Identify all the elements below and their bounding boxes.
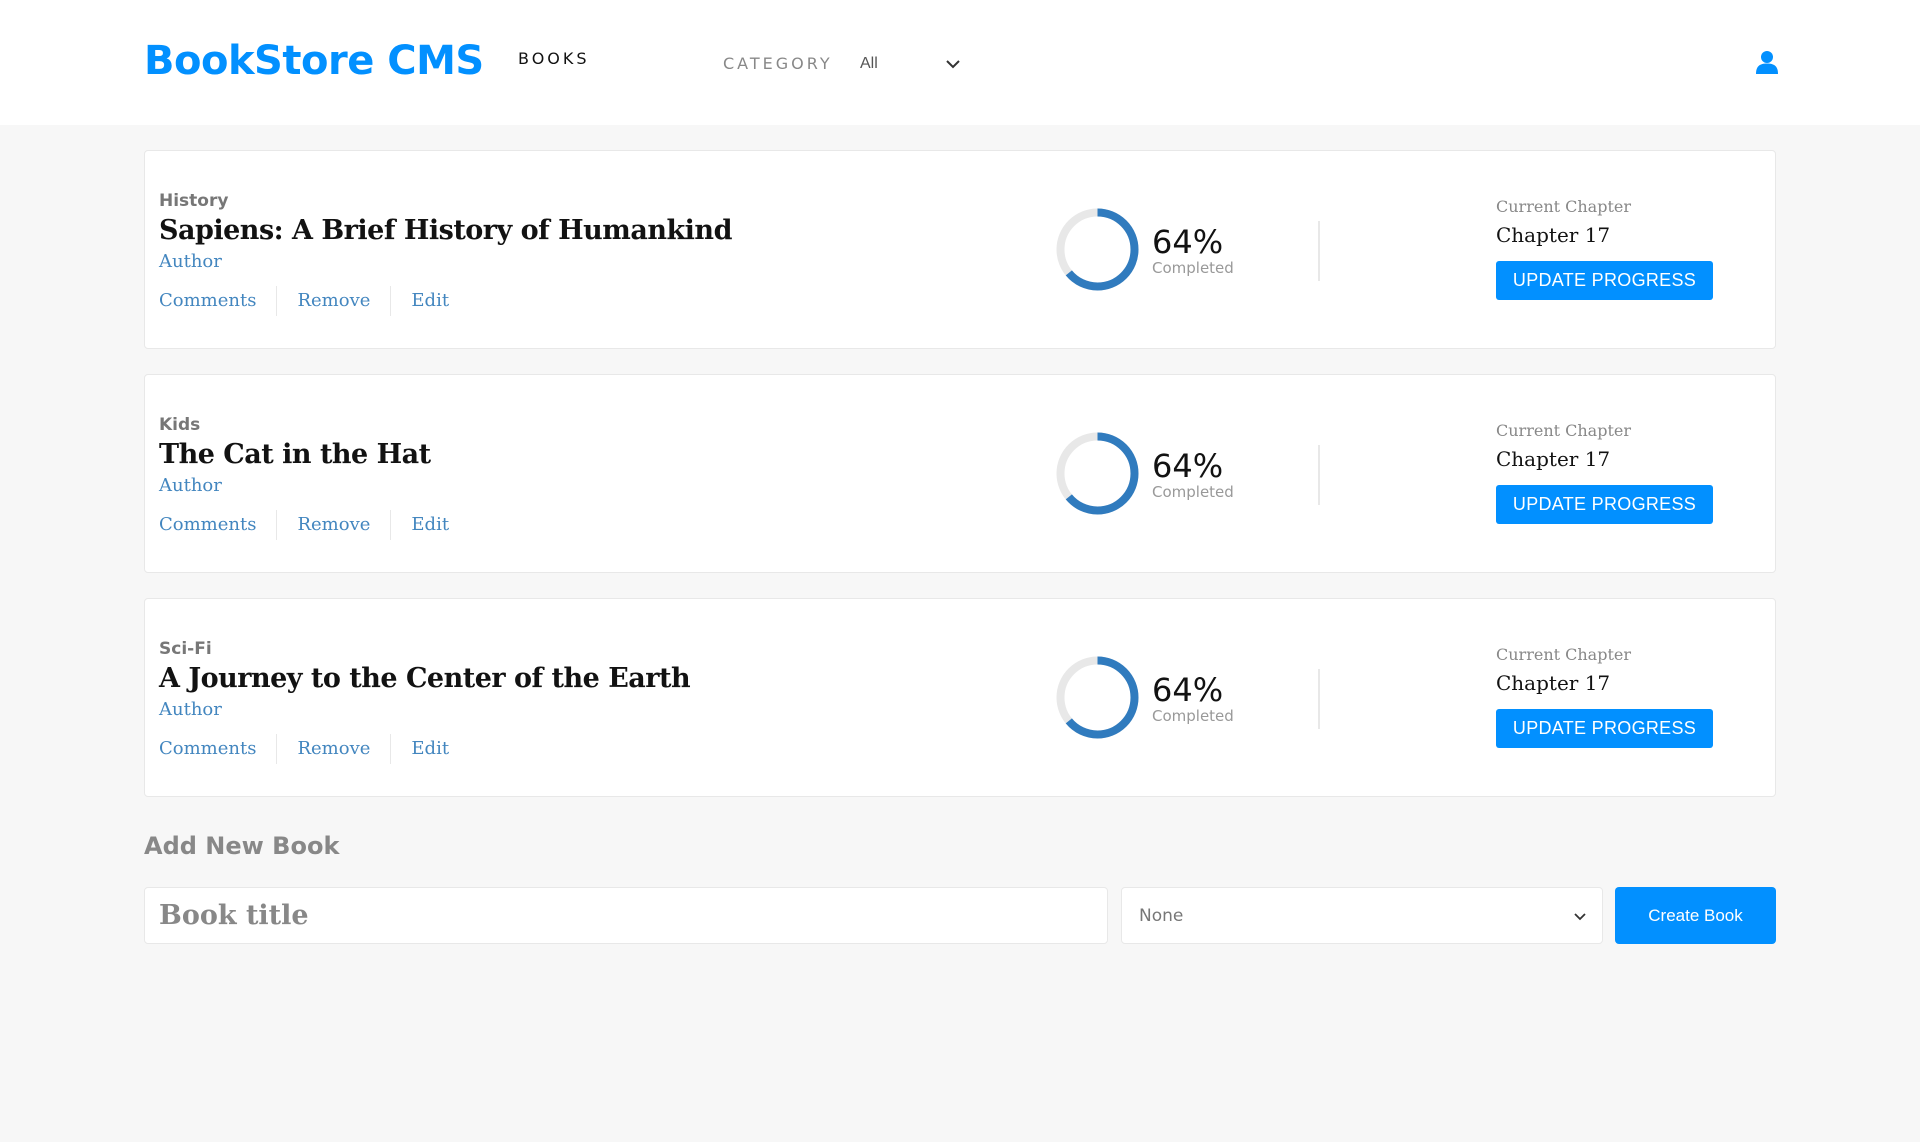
progress-percent: 64% (1152, 223, 1224, 261)
current-chapter-value: Chapter 17 (1496, 671, 1611, 695)
category-filter-select[interactable]: All (860, 50, 964, 78)
divider (1318, 221, 1320, 281)
book-title: Sapiens: A Brief History of Humankind (159, 215, 732, 246)
chevron-down-icon (1574, 906, 1586, 926)
current-chapter-label: Current Chapter (1496, 197, 1632, 216)
book-actions: Comments Remove Edit (159, 734, 469, 764)
divider (1318, 669, 1320, 729)
progress-completed-label: Completed (1152, 707, 1234, 725)
progress-ring (1056, 656, 1139, 739)
add-book-form: None Create Book (144, 887, 1776, 944)
nav-category-label[interactable]: CATEGORY (723, 54, 833, 73)
add-book-heading: Add New Book (144, 832, 340, 860)
progress-percent: 64% (1152, 447, 1224, 485)
book-title-input[interactable] (144, 887, 1108, 944)
book-card: Sci-Fi A Journey to the Center of the Ea… (144, 598, 1776, 797)
update-progress-button[interactable]: UPDATE PROGRESS (1496, 485, 1713, 524)
book-title: A Journey to the Center of the Earth (159, 663, 691, 694)
book-genre: Sci-Fi (159, 639, 212, 659)
book-author[interactable]: Author (159, 475, 222, 496)
progress-completed-label: Completed (1152, 483, 1234, 501)
book-author[interactable]: Author (159, 251, 222, 272)
book-actions: Comments Remove Edit (159, 286, 469, 316)
progress-percent: 64% (1152, 671, 1224, 709)
remove-button[interactable]: Remove (276, 734, 390, 764)
progress-ring (1056, 432, 1139, 515)
comments-button[interactable]: Comments (159, 510, 276, 540)
app-header: BookStore CMS BOOKS CATEGORY All (0, 0, 1920, 125)
book-genre: Kids (159, 415, 201, 435)
current-chapter-value: Chapter 17 (1496, 447, 1611, 471)
current-chapter-value: Chapter 17 (1496, 223, 1611, 247)
book-category-value: None (1139, 905, 1184, 926)
user-icon[interactable] (1756, 50, 1778, 74)
remove-button[interactable]: Remove (276, 286, 390, 316)
book-actions: Comments Remove Edit (159, 510, 469, 540)
update-progress-button[interactable]: UPDATE PROGRESS (1496, 709, 1713, 748)
progress-ring (1056, 208, 1139, 291)
comments-button[interactable]: Comments (159, 286, 276, 316)
book-author[interactable]: Author (159, 699, 222, 720)
book-card: Kids The Cat in the Hat Author Comments … (144, 374, 1776, 573)
remove-button[interactable]: Remove (276, 510, 390, 540)
chevron-down-icon (942, 53, 964, 75)
divider (1318, 445, 1320, 505)
category-filter-value: All (860, 55, 878, 72)
edit-button[interactable]: Edit (390, 286, 469, 316)
book-title: The Cat in the Hat (159, 439, 431, 470)
books-list: History Sapiens: A Brief History of Huma… (144, 150, 1776, 822)
edit-button[interactable]: Edit (390, 734, 469, 764)
current-chapter-label: Current Chapter (1496, 645, 1632, 664)
nav-books-link[interactable]: BOOKS (518, 49, 590, 68)
book-genre: History (159, 191, 229, 211)
comments-button[interactable]: Comments (159, 734, 276, 764)
update-progress-button[interactable]: UPDATE PROGRESS (1496, 261, 1713, 300)
app-logo[interactable]: BookStore CMS (144, 38, 484, 84)
book-card: History Sapiens: A Brief History of Huma… (144, 150, 1776, 349)
book-category-select[interactable]: None (1121, 887, 1603, 944)
progress-completed-label: Completed (1152, 259, 1234, 277)
create-book-button[interactable]: Create Book (1615, 887, 1776, 944)
edit-button[interactable]: Edit (390, 510, 469, 540)
current-chapter-label: Current Chapter (1496, 421, 1632, 440)
